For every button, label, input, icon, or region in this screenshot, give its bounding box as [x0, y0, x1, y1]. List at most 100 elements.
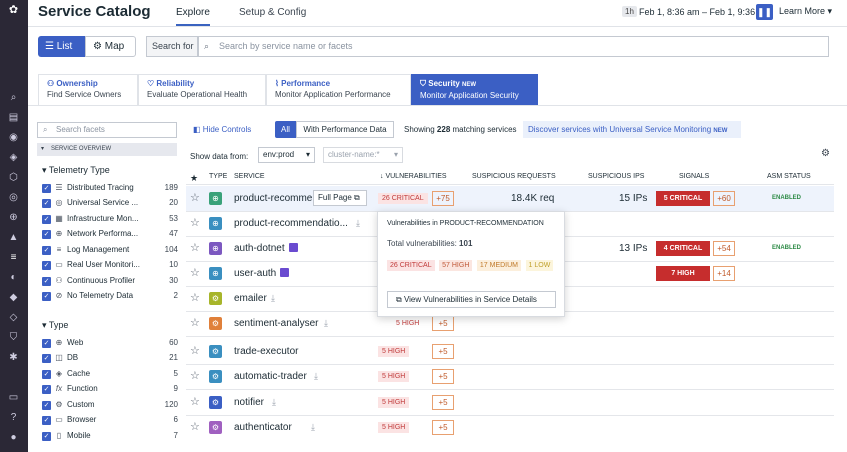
telemetry-type-header[interactable]: ▾ Telemetry Type: [42, 165, 110, 176]
col-suspicious-requests[interactable]: SUSPICIOUS REQUESTS: [472, 173, 556, 180]
tab-explore[interactable]: Explore: [176, 7, 210, 26]
gear-icon[interactable]: ⚙: [821, 148, 830, 159]
high-pill[interactable]: 57 HIGH: [439, 260, 473, 271]
tab-security[interactable]: ⛉ Security NEW Monitor Application Secur…: [411, 74, 538, 105]
signal-badge[interactable]: 7 HIGH: [656, 266, 710, 281]
facet-browser[interactable]: ✓ ▭ Browser 6: [42, 414, 178, 427]
col-service[interactable]: SERVICE: [234, 173, 265, 180]
facet-cache[interactable]: ✓ ◈ Cache 5: [42, 368, 178, 381]
star-icon[interactable]: ☆: [190, 316, 200, 329]
facet-distributed-tracing[interactable]: ✓ ☰ Distributed Tracing 189: [42, 182, 178, 195]
facet-search-input[interactable]: ⌕ Search facets: [37, 122, 177, 138]
vuln-badge[interactable]: 5 HIGH: [378, 371, 410, 382]
col-asm-status[interactable]: ASM STATUS: [767, 173, 811, 180]
checkbox[interactable]: ✓: [42, 292, 51, 301]
facet-profiler[interactable]: ✓ ⚇ Continuous Profiler 30: [42, 275, 178, 288]
vuln-more[interactable]: +5: [432, 395, 454, 410]
star-icon[interactable]: ☆: [190, 344, 200, 357]
checkbox[interactable]: ✓: [42, 370, 51, 379]
checkbox[interactable]: ✓: [42, 184, 51, 193]
facet-universal-service[interactable]: ✓ ◎ Universal Service ... 20: [42, 197, 178, 210]
signal-badge[interactable]: 4 CRITICAL: [656, 241, 710, 256]
pause-button[interactable]: ❚❚: [756, 4, 773, 20]
checkbox[interactable]: ✓: [42, 354, 51, 363]
vuln-more[interactable]: +5: [432, 369, 454, 384]
facet-custom[interactable]: ✓ ⚙ Custom 120: [42, 399, 178, 412]
facet-log-management[interactable]: ✓ ≡ Log Management 104: [42, 244, 178, 257]
learn-more-button[interactable]: Learn More ▾: [779, 6, 832, 17]
checkbox[interactable]: ✓: [42, 401, 51, 410]
star-icon[interactable]: ☆: [190, 241, 200, 254]
service-name[interactable]: authenticator: [234, 422, 292, 433]
facet-mobile[interactable]: ✓ ▯ Mobile 7: [42, 430, 178, 443]
vuln-badge[interactable]: 5 HIGH: [378, 318, 423, 329]
star-icon[interactable]: ☆: [190, 191, 200, 204]
full-page-button[interactable]: Full Page ⧉: [313, 190, 367, 206]
filter-all-button[interactable]: All: [275, 121, 296, 138]
star-icon[interactable]: ☆: [190, 216, 200, 229]
security-icon[interactable]: ◎: [7, 192, 20, 203]
shield-icon[interactable]: ⛉: [7, 332, 20, 343]
signal-more[interactable]: +14: [713, 266, 735, 281]
view-vulnerabilities-button[interactable]: ⧉ View Vulnerabilities in Service Detail…: [387, 291, 556, 308]
star-icon[interactable]: ☆: [190, 266, 200, 279]
tab-performance[interactable]: ⌇ Performance Monitor Application Perfor…: [266, 74, 411, 105]
col-signals[interactable]: SIGNALS: [679, 173, 709, 180]
critical-pill[interactable]: 26 CRITICAL: [387, 260, 435, 271]
table-row[interactable]: ☆ ⚙ authenticator ⤓ 5 HIGH +5: [186, 415, 834, 440]
vuln-more[interactable]: +75: [432, 191, 454, 206]
dashboard-icon[interactable]: ▤: [7, 112, 20, 123]
time-range[interactable]: Feb 1, 8:36 am – Feb 1, 9:36 am: [639, 7, 770, 17]
col-vulnerabilities[interactable]: ↓ VULNERABILITIES: [380, 173, 447, 180]
vuln-badge[interactable]: 5 HIGH: [378, 346, 410, 357]
tab-setup-config[interactable]: Setup & Config: [239, 7, 306, 18]
logs-icon[interactable]: ≡: [7, 252, 20, 263]
hide-controls-button[interactable]: ◧ Hide Controls: [193, 125, 251, 134]
checkbox[interactable]: ✓: [42, 339, 51, 348]
integrations-icon[interactable]: ✱: [7, 352, 20, 363]
checkbox[interactable]: ✓: [42, 199, 51, 208]
vuln-more[interactable]: +5: [432, 316, 454, 331]
network-icon[interactable]: ⊕: [7, 212, 20, 223]
env-select[interactable]: env:prod ▾: [258, 147, 315, 163]
medium-pill[interactable]: 17 MEDIUM: [476, 260, 522, 271]
service-name[interactable]: emailer: [234, 293, 267, 304]
rum-icon[interactable]: ◐: [7, 272, 20, 283]
star-icon[interactable]: ☆: [190, 395, 200, 408]
tab-ownership[interactable]: ⚇ Ownership Find Service Owners: [38, 74, 138, 105]
service-name[interactable]: trade-executor: [234, 346, 298, 357]
infra-icon[interactable]: ⬡: [7, 172, 20, 183]
facet-network[interactable]: ✓ ⊕ Network Performa... 47: [42, 228, 178, 241]
facet-rum[interactable]: ✓ ▭ Real User Monitori... 10: [42, 259, 178, 272]
service-name[interactable]: product-recommendatio...: [234, 218, 348, 229]
tab-reliability[interactable]: ♡ Reliability Evaluate Operational Healt…: [138, 74, 266, 105]
filter-with-performance-button[interactable]: With Performance Data: [296, 121, 394, 138]
ci-icon[interactable]: ◇: [7, 312, 20, 323]
vuln-badge[interactable]: 5 HIGH: [378, 397, 410, 408]
checkbox[interactable]: ✓: [42, 261, 51, 270]
table-row[interactable]: ☆ ⊕ product-recomme 26 CRITICAL +75 18.4…: [186, 186, 834, 211]
search-icon[interactable]: ⌕: [7, 92, 20, 103]
col-type[interactable]: TYPE: [209, 173, 227, 180]
table-row[interactable]: ☆ ⚙ automatic-trader ⤓ 5 HIGH +5: [186, 364, 834, 389]
signal-more[interactable]: +54: [713, 241, 735, 256]
logo-icon[interactable]: ✿: [7, 5, 20, 16]
map-view-button[interactable]: ⚙ Map: [85, 36, 136, 57]
checkbox[interactable]: ✓: [42, 432, 51, 441]
chart-icon[interactable]: ▲: [7, 232, 20, 243]
checkbox[interactable]: ✓: [42, 246, 51, 255]
vuln-more[interactable]: +5: [432, 420, 454, 435]
checkbox[interactable]: ✓: [42, 277, 51, 286]
signal-more[interactable]: +60: [713, 191, 735, 206]
vuln-badge[interactable]: 5 HIGH: [378, 422, 410, 433]
time-badge[interactable]: 1h: [622, 6, 637, 17]
service-name[interactable]: automatic-trader: [234, 371, 307, 382]
facet-db[interactable]: ✓ ◫ DB 21: [42, 352, 178, 365]
service-overview-header[interactable]: ▾ SERVICE OVERVIEW: [37, 143, 177, 156]
cluster-select[interactable]: cluster-name:* ▾: [323, 147, 403, 163]
service-name[interactable]: notifier: [234, 397, 264, 408]
facet-web[interactable]: ✓ ⊕ Web 60: [42, 337, 178, 350]
service-name[interactable]: product-recomme: [234, 193, 312, 204]
star-icon[interactable]: ☆: [190, 369, 200, 382]
table-row[interactable]: ☆ ⚙ trade-executor 5 HIGH +5: [186, 339, 834, 364]
